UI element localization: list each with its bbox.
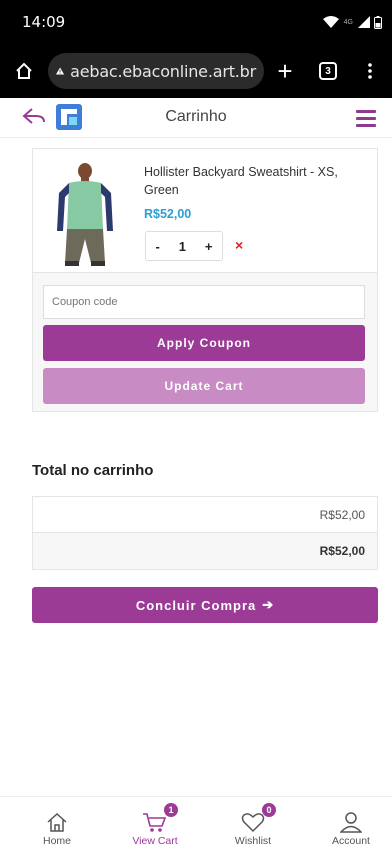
page-title: Carrinho bbox=[165, 108, 227, 125]
product-photo bbox=[51, 159, 119, 269]
cart-page: 14:09 4G aebac.ebaconline.art.br + 3 Car… bbox=[0, 0, 392, 859]
coupon-input[interactable] bbox=[43, 285, 365, 319]
more-vert-icon bbox=[368, 63, 372, 79]
product-price: R$52,00 bbox=[144, 207, 192, 221]
tab-count: 3 bbox=[319, 62, 337, 80]
total-value: R$52,00 bbox=[319, 544, 365, 558]
coupon-area: Apply Coupon Update Cart bbox=[33, 273, 377, 411]
signal-icon bbox=[358, 16, 370, 28]
wishlist-badge: 0 bbox=[262, 803, 276, 817]
nav-wishlist[interactable]: 0 Wishlist bbox=[218, 803, 288, 847]
status-bar: 14:09 4G bbox=[0, 0, 392, 44]
new-tab-button[interactable]: + bbox=[264, 56, 306, 87]
home-icon bbox=[16, 62, 32, 79]
cart-item: Hollister Backyard Sweatshirt - XS, Gree… bbox=[33, 149, 377, 273]
warning-icon bbox=[56, 67, 65, 75]
nav-view-cart[interactable]: 1 View Cart bbox=[120, 803, 190, 847]
battery-icon bbox=[374, 15, 382, 29]
cart-icon bbox=[143, 813, 167, 832]
nav-home-label: Home bbox=[42, 835, 71, 847]
bottom-nav: Home 1 View Cart 0 Wishlist Account bbox=[0, 796, 392, 859]
qty-value[interactable]: 1 bbox=[179, 239, 186, 254]
checkout-button[interactable]: Concluir Compra ➔ bbox=[32, 587, 378, 623]
url-text: aebac.ebaconline.art.br bbox=[70, 61, 256, 81]
totals-table: R$52,00 R$52,00 bbox=[32, 496, 378, 570]
browser-menu-button[interactable] bbox=[350, 63, 390, 79]
status-time: 14:09 bbox=[22, 13, 66, 31]
subtotal-row: R$52,00 bbox=[33, 497, 377, 533]
subtotal-value: R$52,00 bbox=[319, 507, 365, 522]
cart-table: Hollister Backyard Sweatshirt - XS, Gree… bbox=[32, 148, 378, 412]
home-icon bbox=[47, 812, 67, 832]
nav-account-label: Account bbox=[332, 835, 370, 847]
heart-icon bbox=[241, 813, 265, 833]
nav-account[interactable]: Account bbox=[316, 807, 386, 847]
nav-home[interactable]: Home bbox=[22, 807, 92, 847]
update-cart-button[interactable]: Update Cart bbox=[43, 368, 365, 404]
totals-title: Total no carrinho bbox=[32, 462, 154, 479]
url-bar[interactable]: aebac.ebaconline.art.br bbox=[48, 53, 264, 89]
product-name[interactable]: Hollister Backyard Sweatshirt - XS, Gree… bbox=[144, 163, 359, 199]
nav-wishlist-label: Wishlist bbox=[234, 835, 272, 847]
checkout-label: Concluir Compra bbox=[135, 597, 257, 613]
network-label: 4G bbox=[343, 18, 353, 26]
app-header: Carrinho bbox=[0, 98, 392, 138]
menu-button[interactable] bbox=[356, 110, 376, 131]
product-image[interactable] bbox=[51, 159, 119, 269]
browser-home-button[interactable] bbox=[0, 62, 48, 80]
cart-badge: 1 bbox=[164, 803, 178, 817]
wifi-icon bbox=[322, 16, 339, 28]
quantity-stepper: - 1 + bbox=[145, 231, 223, 261]
total-row: R$52,00 bbox=[33, 533, 377, 569]
status-icons: 4G bbox=[322, 15, 382, 29]
qty-plus-button[interactable]: + bbox=[205, 239, 213, 254]
qty-minus-button[interactable]: - bbox=[155, 239, 159, 254]
remove-item-button[interactable]: × bbox=[235, 237, 243, 253]
nav-view-cart-label: View Cart bbox=[132, 835, 178, 847]
user-icon bbox=[340, 812, 362, 833]
arrow-right-icon: ➔ bbox=[262, 597, 275, 612]
apply-coupon-button[interactable]: Apply Coupon bbox=[43, 325, 365, 361]
browser-bar: aebac.ebaconline.art.br + 3 bbox=[0, 44, 392, 98]
tab-switcher-button[interactable]: 3 bbox=[306, 62, 350, 80]
